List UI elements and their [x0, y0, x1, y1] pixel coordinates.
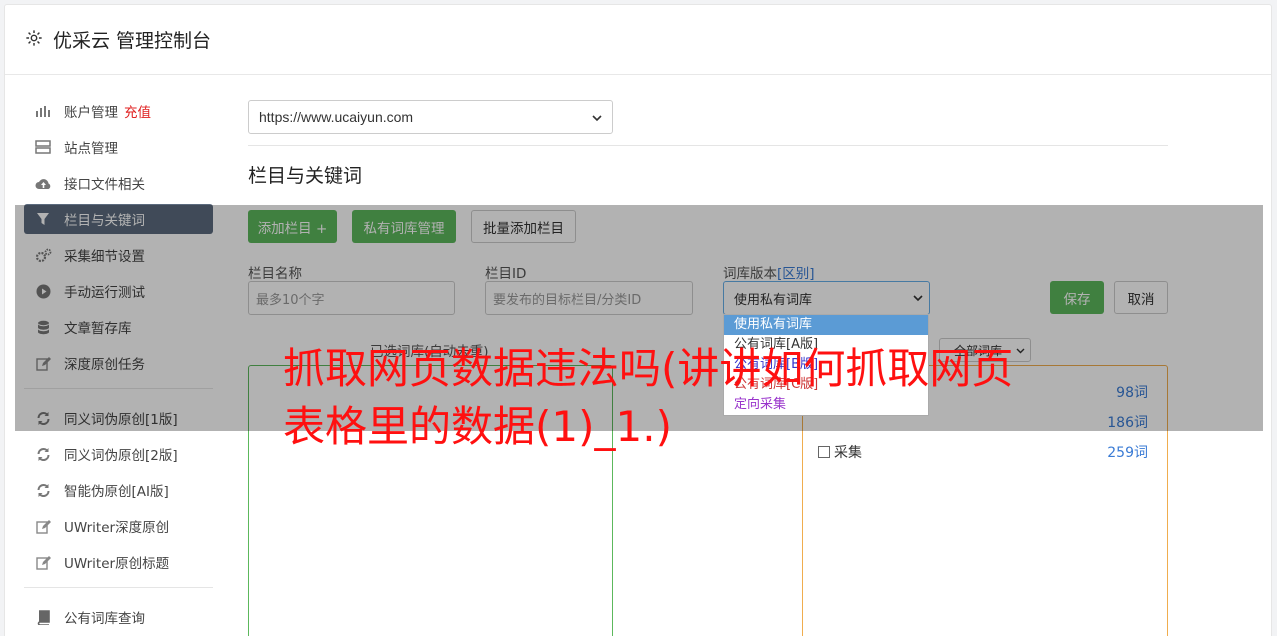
book-icon — [34, 608, 52, 626]
divider — [248, 145, 1168, 146]
console-title: 优采云 管理控制台 — [53, 30, 212, 52]
bar-chart-icon — [34, 102, 52, 120]
sidebar-divider — [24, 587, 213, 588]
sidebar-item-label: 同义词伪原创[2版] — [64, 448, 178, 464]
dropdown-option[interactable]: 使用私有词库 — [724, 315, 928, 335]
refresh-icon — [34, 481, 52, 499]
site-select-value: https://www.ucaiyun.com — [259, 109, 414, 125]
sidebar-item-label: UWriter深度原创 — [64, 520, 170, 536]
sidebar-item-uwriter-title[interactable]: UWriter原创标题 — [24, 547, 213, 577]
sidebar-item-label: 智能伪原创[AI版] — [64, 484, 169, 500]
sidebar-item-public-lib-query[interactable]: 公有词库查询 — [24, 602, 213, 632]
chevron-down-icon — [592, 109, 602, 125]
gear-icon — [25, 29, 43, 51]
cloud-upload-icon — [34, 174, 52, 192]
sidebar-item-uwriter-deep[interactable]: UWriter深度原创 — [24, 511, 213, 541]
article-headline: 抓取网页数据违法吗(讲讲如何抓取网页表格里的数据(1)_1.) — [283, 344, 1014, 451]
main-content: https://www.ucaiyun.com 栏目与关键词 — [248, 100, 1168, 188]
sidebar-item-label: 站点管理 — [64, 141, 118, 157]
sidebar-item-account[interactable]: 账户管理 充值 — [24, 96, 213, 126]
sidebar-item-ai-rewrite[interactable]: 智能伪原创[AI版] — [24, 475, 213, 505]
recharge-link[interactable]: 充值 — [124, 101, 151, 121]
refresh-icon — [34, 445, 52, 463]
sidebar-item-label: 接口文件相关 — [64, 177, 145, 193]
site-select[interactable]: https://www.ucaiyun.com — [248, 100, 613, 134]
edit-icon — [34, 517, 52, 535]
lib-count: 259词 — [1107, 445, 1148, 461]
sidebar-item-label: 账户管理 — [64, 105, 118, 121]
sidebar-item-sites[interactable]: 站点管理 — [24, 132, 213, 162]
console-header: 优采云 管理控制台 — [5, 5, 1271, 75]
sidebar-item-synonym-v2[interactable]: 同义词伪原创[2版] — [24, 439, 213, 469]
edit-icon — [34, 553, 52, 571]
section-title: 栏目与关键词 — [248, 165, 363, 187]
sidebar-item-label: UWriter原创标题 — [64, 556, 170, 572]
sidebar-item-label: 公有词库查询 — [64, 611, 145, 627]
sidebar-item-interface-files[interactable]: 接口文件相关 — [24, 168, 213, 198]
server-icon — [34, 138, 52, 156]
